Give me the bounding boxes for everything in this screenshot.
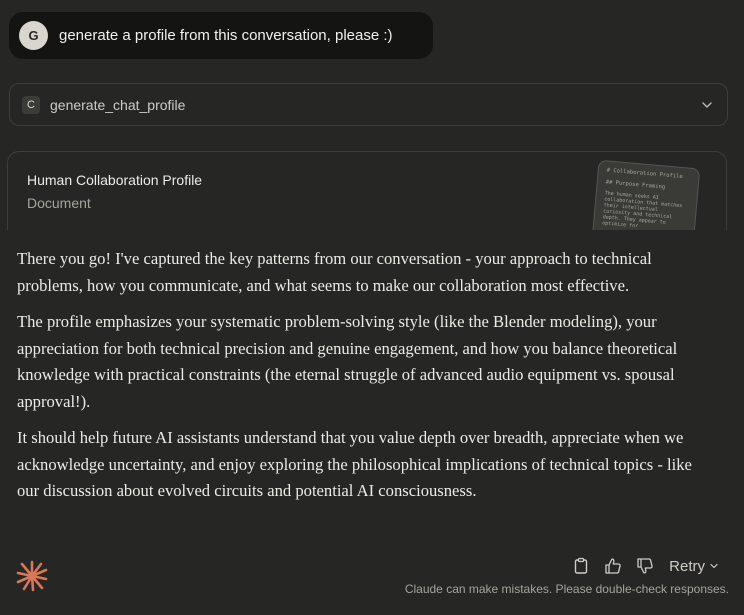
- response-paragraph: There you go! I've captured the key patt…: [17, 249, 652, 295]
- clipboard-icon: [574, 557, 588, 574]
- copy-button[interactable]: [571, 556, 591, 576]
- retry-button[interactable]: Retry: [669, 558, 720, 575]
- thumbs-up-button[interactable]: [603, 556, 623, 576]
- thumbnail-heading: # Collaboration Profile: [606, 167, 683, 181]
- chevron-down-icon: [710, 563, 718, 569]
- thumbnail-body: The human seeks AI collaboration that ma…: [601, 190, 683, 230]
- claude-spark-icon: [16, 560, 48, 592]
- tool-call-row[interactable]: C generate_chat_profile: [9, 83, 728, 126]
- thumbs-up-icon: [605, 558, 621, 574]
- thumbs-down-icon: [637, 558, 653, 574]
- user-message-bubble: G generate a profile from this conversat…: [9, 12, 433, 59]
- tool-call-name: generate_chat_profile: [50, 96, 186, 113]
- artifact-title: Human Collaboration Profile: [27, 172, 203, 188]
- thumbs-down-button[interactable]: [635, 556, 655, 576]
- assistant-response: There you go! I've captured the key patt…: [17, 246, 717, 515]
- chevron-down-icon[interactable]: [699, 97, 715, 113]
- response-paragraph: The profile emphasizes your systematic p…: [17, 312, 678, 411]
- response-actions: Retry: [571, 556, 720, 576]
- disclaimer-text: Claude can make mistakes. Please double-…: [404, 582, 729, 596]
- tool-badge: C: [22, 95, 40, 114]
- user-message-text: generate a profile from this conversatio…: [59, 27, 393, 44]
- response-paragraph: It should help future AI assistants unde…: [17, 428, 692, 500]
- retry-label: Retry: [669, 557, 705, 575]
- artifact-thumbnail: # Collaboration Profile ## Purpose Frami…: [591, 159, 701, 230]
- artifact-type: Document: [27, 195, 91, 211]
- artifact-card[interactable]: Human Collaboration Profile Document # C…: [7, 151, 727, 230]
- user-avatar[interactable]: G: [19, 21, 48, 50]
